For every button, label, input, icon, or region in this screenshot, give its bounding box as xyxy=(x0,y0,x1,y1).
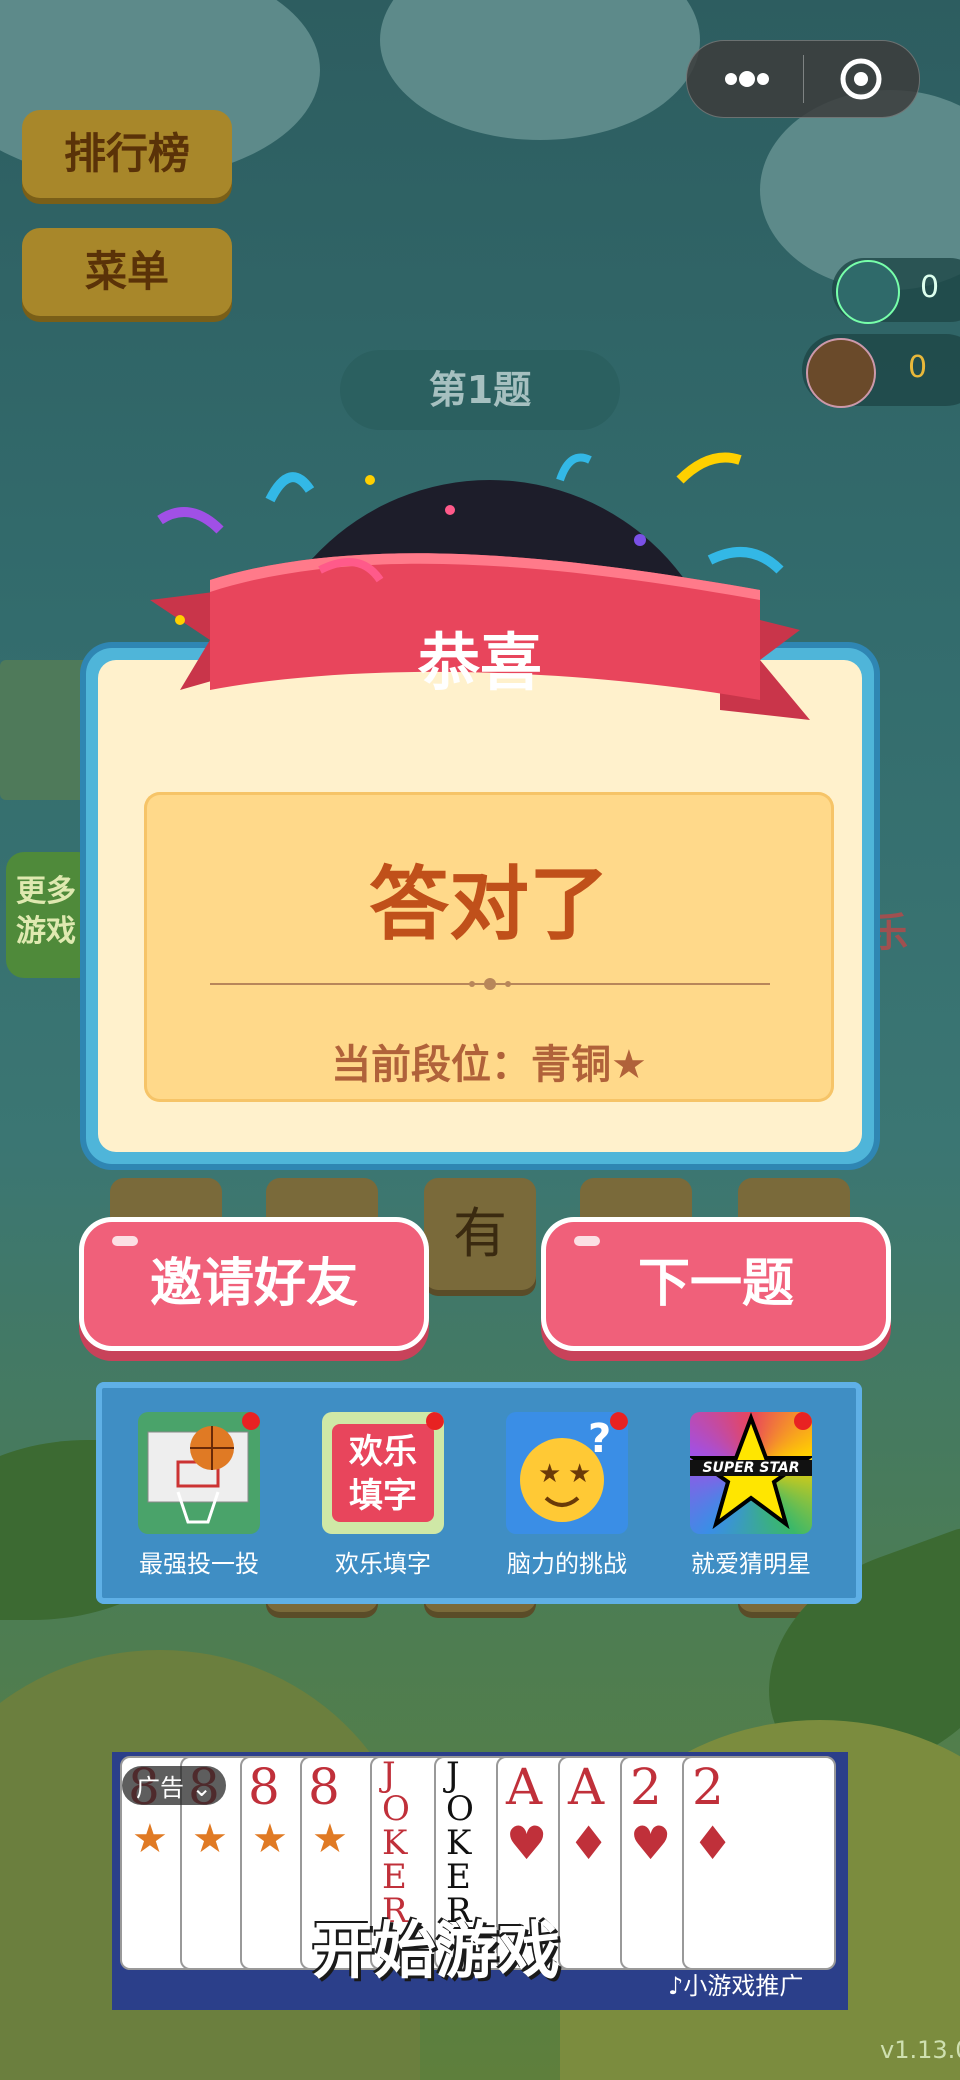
letter-tile[interactable]: 有 xyxy=(424,1178,536,1290)
notification-dot xyxy=(242,1412,260,1430)
side-thumbnail xyxy=(0,660,90,800)
avatar xyxy=(836,260,900,324)
svg-text:★: ★ xyxy=(538,1459,561,1489)
game-name: 脑力的挑战 xyxy=(507,1550,627,1578)
game-item[interactable]: ★ ★? 脑力的挑战 xyxy=(492,1412,642,1579)
side-fragment: 乐 xyxy=(868,910,908,956)
next-label: 下一题 xyxy=(637,1254,794,1314)
version-label: v1.13.0 xyxy=(880,2036,960,2064)
playing-card: 2 ♦ xyxy=(682,1756,836,1970)
basketball-hoop-icon xyxy=(138,1412,260,1534)
score-slot: 0 xyxy=(832,258,960,324)
start-game-cta[interactable]: 开始游戏 xyxy=(312,1900,560,1990)
ad-source: ♪小游戏推广 xyxy=(668,1966,803,2001)
question-number-pill: 第1题 xyxy=(340,350,620,430)
rank-label: 当前段位：青铜★ xyxy=(331,1042,647,1088)
more-icon[interactable] xyxy=(717,65,777,93)
game-item[interactable]: 最强投一投 xyxy=(124,1412,274,1579)
ad-source-label: 小游戏推广 xyxy=(683,1972,804,2000)
crossword-icon-text: 欢乐 填字 xyxy=(332,1424,434,1522)
avatar xyxy=(806,338,876,408)
svg-text:★: ★ xyxy=(568,1459,591,1489)
game-item[interactable]: SUPER STAR 就爱猜明星 xyxy=(676,1412,826,1579)
game-name: 欢乐填字 xyxy=(335,1550,431,1578)
game-name: 就爱猜明星 xyxy=(691,1550,811,1578)
notification-dot xyxy=(794,1412,812,1430)
capsule-divider xyxy=(803,55,804,103)
mini-program-capsule xyxy=(686,40,920,118)
music-note-icon: ♪ xyxy=(668,1972,684,2000)
next-question-button[interactable]: 下一题 xyxy=(546,1222,886,1346)
congrats-banner xyxy=(150,452,810,720)
game-name: 最强投一投 xyxy=(139,1550,259,1578)
result-text: 答对了 xyxy=(369,858,609,951)
svg-text:?: ? xyxy=(588,1416,611,1462)
crossword-game-icon: 欢乐 填字 xyxy=(322,1412,444,1534)
menu-button[interactable]: 菜单 xyxy=(22,228,232,316)
super-star-icon: SUPER STAR xyxy=(690,1412,812,1534)
more-games-side-button[interactable]: 更多 游戏 xyxy=(6,852,96,978)
invite-label: 邀请好友 xyxy=(149,1254,358,1314)
banner-title: 恭喜 xyxy=(417,626,542,699)
leaderboard-button[interactable]: 排行榜 xyxy=(22,110,232,198)
emoji-question-icon: ★ ★? xyxy=(506,1412,628,1534)
score-value: 0 xyxy=(920,270,940,305)
score-slot: 0 xyxy=(802,334,960,408)
close-target-icon[interactable] xyxy=(837,55,885,103)
game-item[interactable]: 欢乐 填字 欢乐填字 xyxy=(308,1412,458,1579)
score-value: 0 xyxy=(908,350,928,385)
ad-banner[interactable]: 8★ 8★ 8★ 8★ JOKER JOKER A♥ A♦ 2♥ 2♦ 广告 ⌄… xyxy=(112,1752,848,2010)
ad-tag-label: 广告 xyxy=(136,1774,184,1802)
super-star-text: SUPER STAR xyxy=(690,1460,812,1476)
notification-dot xyxy=(610,1412,628,1430)
cloud xyxy=(380,0,700,140)
ornament-divider xyxy=(210,978,770,990)
invite-friends-button[interactable]: 邀请好友 xyxy=(84,1222,424,1346)
recommended-games-panel: 最强投一投 欢乐 填字 欢乐填字 ★ ★? 脑力的挑战 SUPER STAR 就爱… xyxy=(96,1382,862,1604)
answer-panel: 答对了 当前段位：青铜★ xyxy=(144,792,834,1102)
notification-dot xyxy=(426,1412,444,1430)
ad-tag[interactable]: 广告 ⌄ xyxy=(122,1766,226,1805)
